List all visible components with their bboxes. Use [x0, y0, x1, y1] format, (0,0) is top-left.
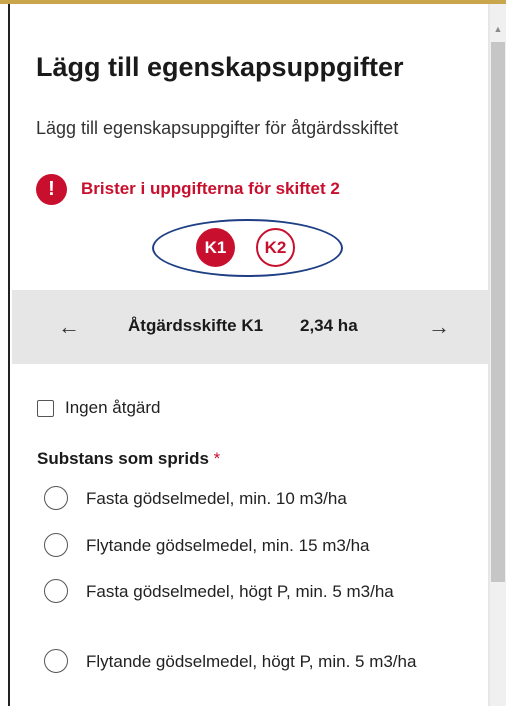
no-action-option[interactable]: Ingen åtgärd	[37, 398, 160, 418]
error-message: ! Brister i uppgifterna för skiftet 2	[36, 173, 340, 205]
field-chip-k2[interactable]: K2	[256, 228, 295, 267]
previous-field-arrow-icon[interactable]: ←	[58, 316, 80, 338]
no-action-checkbox[interactable]	[37, 399, 54, 417]
substance-option-label[interactable]: Fasta gödselmedel, högt P, min. 5 m3/ha	[86, 579, 446, 604]
current-field-area: 2,34 ha	[300, 316, 358, 335]
substance-option-label[interactable]: Flytande gödselmedel, högt P, min. 5 m3/…	[86, 649, 446, 674]
page-subtitle: Lägg till egenskapsuppgifter för åtgärds…	[36, 118, 399, 138]
page-title: Lägg till egenskapsuppgifter	[36, 52, 404, 82]
no-action-label[interactable]: Ingen åtgärd	[65, 398, 160, 418]
top-accent-bar	[0, 0, 506, 4]
substance-option[interactable]: Fasta gödselmedel, högt P, min. 5 m3/ha	[44, 579, 446, 604]
error-alert-icon: !	[36, 173, 67, 205]
substance-option[interactable]: Fasta gödselmedel, min. 10 m3/ha	[44, 486, 446, 511]
substance-radio[interactable]	[44, 533, 68, 557]
substance-label-text: Substans som sprids	[37, 449, 209, 468]
vertical-scrollbar[interactable]: ▲	[490, 4, 506, 706]
error-text: Brister i uppgifterna för skiftet 2	[81, 179, 340, 198]
substance-option[interactable]: Flytande gödselmedel, min. 15 m3/ha	[44, 533, 446, 558]
left-edge	[0, 4, 10, 706]
substance-option-label[interactable]: Fasta gödselmedel, min. 10 m3/ha	[86, 486, 446, 511]
substance-field-label: Substans som sprids *	[37, 449, 220, 469]
next-field-arrow-icon[interactable]: →	[428, 316, 450, 338]
substance-radio[interactable]	[44, 579, 68, 603]
field-selector-highlight	[152, 219, 343, 277]
substance-option[interactable]: Flytande gödselmedel, högt P, min. 5 m3/…	[44, 649, 446, 674]
scroll-up-arrow-icon[interactable]: ▲	[490, 22, 506, 36]
field-chip-k1[interactable]: K1	[196, 228, 235, 267]
substance-radio[interactable]	[44, 649, 68, 673]
scrollbar-thumb[interactable]	[491, 42, 505, 582]
current-field-name: Åtgärdsskifte K1	[128, 316, 264, 335]
field-navigator: ← Åtgärdsskifte K1 2,34 ha →	[12, 290, 488, 364]
substance-option-label[interactable]: Flytande gödselmedel, min. 15 m3/ha	[86, 533, 446, 558]
required-marker: *	[213, 449, 221, 468]
substance-radio[interactable]	[44, 486, 68, 510]
